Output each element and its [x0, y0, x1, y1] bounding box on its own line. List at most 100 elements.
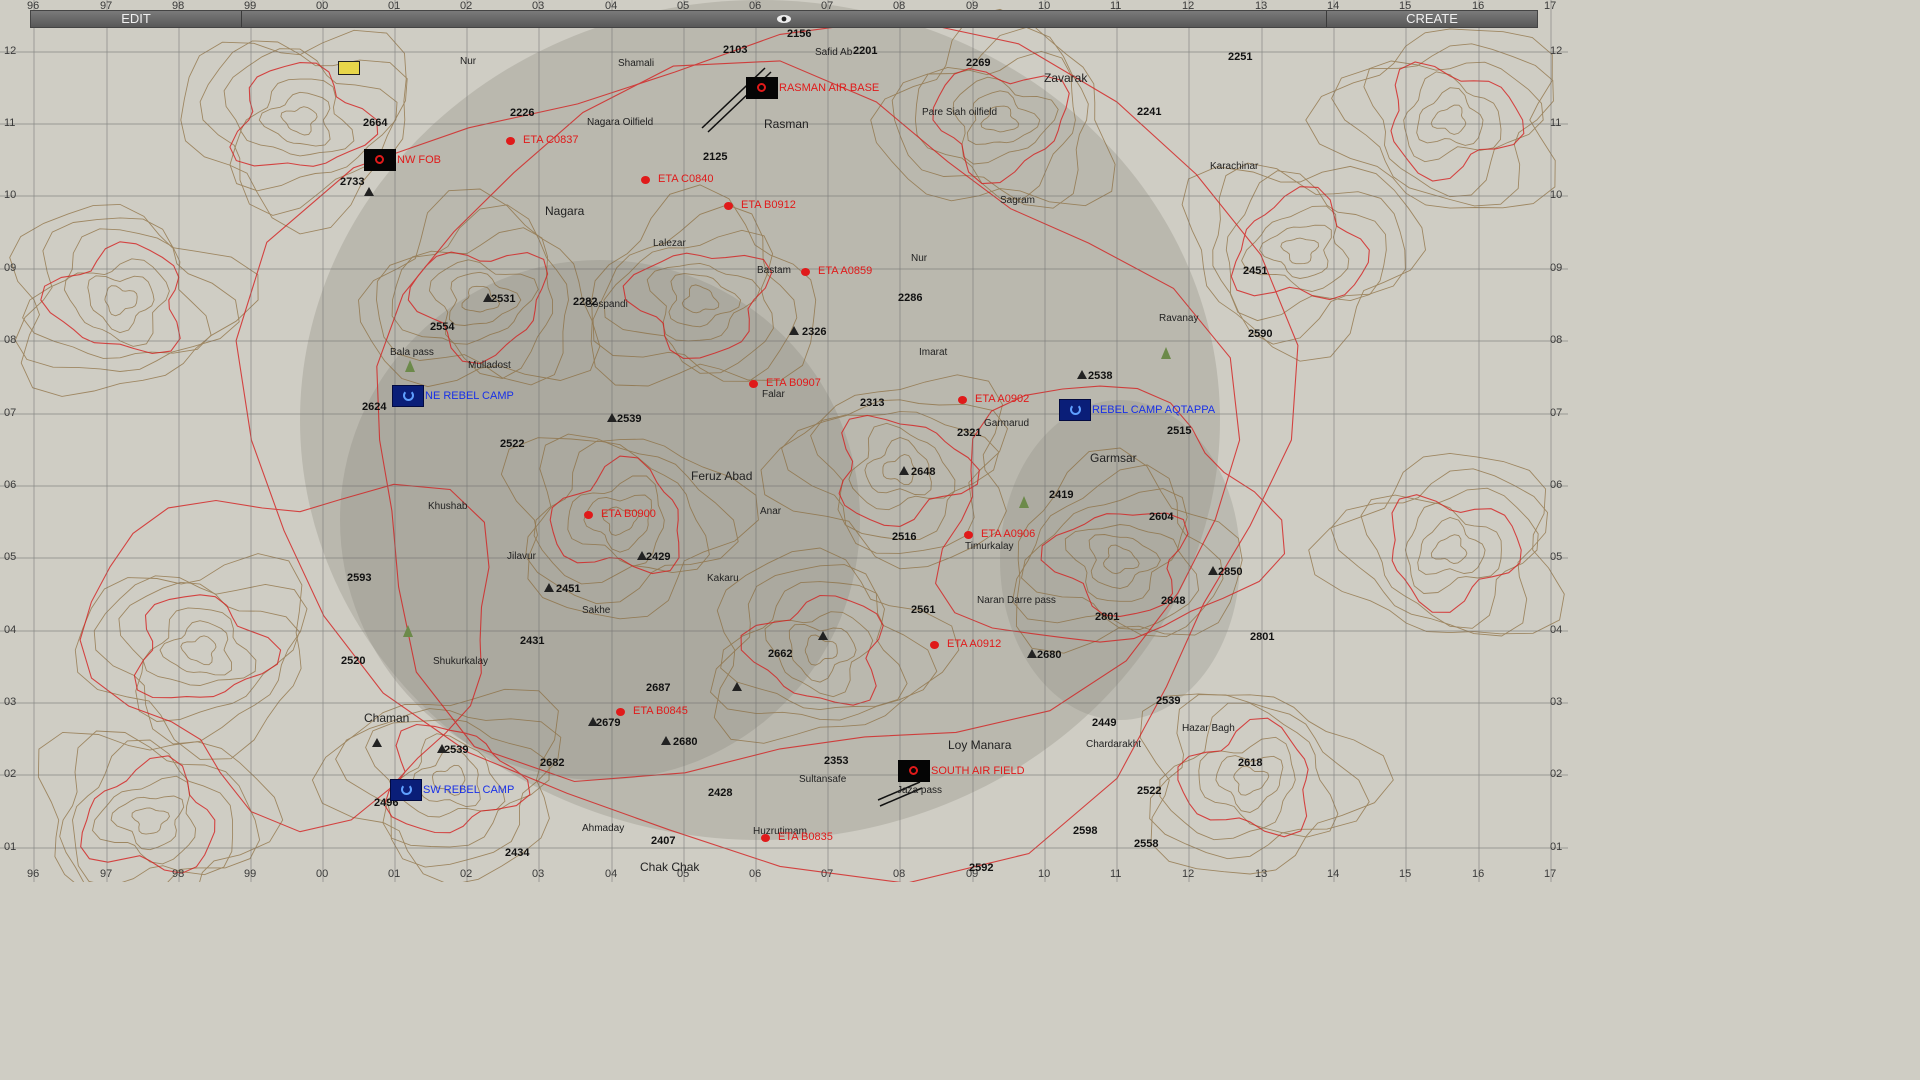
- grid-label-y: 05: [4, 551, 17, 563]
- grid-label-x: 04: [605, 868, 618, 880]
- waypoint-dot-icon[interactable]: [641, 176, 650, 184]
- place-label: Lalezar: [653, 238, 686, 249]
- elevation-label: 2520: [341, 655, 366, 667]
- grid-label-y: 05: [1550, 551, 1563, 563]
- elevation-label: 2103: [723, 44, 748, 56]
- grid-label-y: 12: [1550, 45, 1563, 57]
- envelope-icon[interactable]: [338, 61, 360, 75]
- place-label: Nagara: [545, 204, 585, 218]
- grid-label-x: 08: [893, 0, 906, 12]
- grid-label-y: 10: [1550, 189, 1563, 201]
- place-label: Ravanay: [1159, 313, 1199, 324]
- elevation-label: 2241: [1137, 106, 1162, 118]
- grid-label-x: 02: [460, 868, 473, 880]
- friendly-base-marker-icon[interactable]: [392, 385, 424, 407]
- elevation-label: 2801: [1250, 631, 1275, 643]
- grid-label-x: 00: [316, 0, 329, 12]
- elevation-label: 2848: [1161, 595, 1186, 607]
- eta-label: ETA C0837: [523, 134, 579, 146]
- elevation-label: 2590: [1248, 328, 1273, 340]
- grid-label-x: 98: [172, 0, 185, 12]
- elevation-label: 2593: [347, 572, 372, 584]
- elevation-label: 2687: [646, 682, 671, 694]
- eta-label: ETA B0835: [778, 831, 833, 843]
- grid-label-y: 10: [4, 189, 17, 201]
- place-label: Anar: [760, 506, 782, 517]
- waypoint-dot-icon[interactable]: [761, 834, 770, 842]
- create-button[interactable]: CREATE: [1326, 11, 1537, 27]
- waypoint-dot-icon[interactable]: [506, 137, 515, 145]
- grid-label-y: 04: [4, 624, 17, 636]
- grid-label-x: 01: [388, 0, 401, 12]
- elevation-label: 2522: [1137, 785, 1162, 797]
- grid-label-y: 07: [1550, 407, 1563, 419]
- place-label: Safid Ab: [815, 47, 853, 58]
- place-label: Timurkalay: [965, 541, 1014, 552]
- elevation-label: 2515: [1167, 425, 1192, 437]
- eta-label: ETA A0912: [947, 638, 1002, 650]
- eye-icon[interactable]: [776, 11, 792, 27]
- tree-icon: [1019, 496, 1029, 508]
- grid-label-x: 03: [532, 0, 545, 12]
- waypoint-dot-icon[interactable]: [958, 396, 967, 404]
- eta-label: ETA A0859: [818, 265, 873, 277]
- elevation-label: 2592: [969, 862, 994, 874]
- edit-button[interactable]: EDIT: [31, 11, 242, 27]
- waypoint-dot-icon[interactable]: [584, 511, 593, 519]
- place-label: Chardarakht: [1086, 739, 1142, 750]
- grid-label-x: 99: [244, 868, 257, 880]
- place-label: Garmarud: [984, 418, 1030, 429]
- elevation-label: 2539: [444, 744, 469, 756]
- waypoint-dot-icon[interactable]: [616, 708, 625, 716]
- grid-label-y: 09: [4, 262, 17, 274]
- grid-label-x: 14: [1327, 0, 1340, 12]
- hostile-base-marker-icon[interactable]: [746, 77, 778, 99]
- grid-label-y: 08: [1550, 334, 1563, 346]
- elevation-label: 2353: [824, 755, 849, 767]
- grid-label-x: 16: [1472, 0, 1485, 12]
- elevation-label: 2801: [1095, 611, 1120, 623]
- elevation-label: 2624: [362, 401, 387, 413]
- top-toolbar: EDIT CREATE: [30, 10, 1538, 28]
- hostile-base-marker-icon[interactable]: [898, 760, 930, 782]
- elevation-label: 2679: [596, 717, 621, 729]
- place-label: Feruz Abad: [691, 469, 753, 483]
- eta-label: ETA B0907: [766, 377, 821, 389]
- grid-label-y: 06: [4, 479, 17, 491]
- elevation-label: 2682: [540, 757, 565, 769]
- grid-label-x: 17: [1544, 0, 1557, 12]
- place-label: Rasman: [764, 117, 809, 131]
- waypoint-dot-icon[interactable]: [749, 380, 758, 388]
- eta-label: ETA B0845: [633, 705, 688, 717]
- grid-label-x: 15: [1399, 868, 1412, 880]
- hostile-base-marker-icon[interactable]: [364, 149, 396, 171]
- grid-label-x: 11: [1110, 0, 1122, 12]
- place-label: Sagram: [1000, 195, 1036, 206]
- waypoint-dot-icon[interactable]: [724, 202, 733, 210]
- elevation-label: 2850: [1218, 566, 1243, 578]
- elevation-label: 2680: [1037, 649, 1062, 661]
- place-label: Falar: [762, 389, 785, 400]
- elevation-label: 2286: [898, 292, 923, 304]
- eta-label: ETA C0840: [658, 173, 714, 185]
- elevation-label: 2561: [911, 604, 936, 616]
- elevation-label: 2431: [520, 635, 545, 647]
- grid-label-y: 03: [1550, 696, 1563, 708]
- waypoint-dot-icon[interactable]: [964, 531, 973, 539]
- waypoint-dot-icon[interactable]: [930, 641, 939, 649]
- elevation-label: 2419: [1049, 489, 1074, 501]
- map-canvas[interactable]: [0, 0, 1568, 882]
- place-label: Sultansafe: [799, 774, 847, 785]
- friendly-base-marker-icon[interactable]: [1059, 399, 1091, 421]
- survey-point-icon: [588, 717, 598, 726]
- elevation-label: 2538: [1088, 370, 1113, 382]
- elevation-label: 2326: [802, 326, 827, 338]
- base-label: NE REBEL CAMP: [425, 390, 514, 402]
- friendly-base-marker-icon[interactable]: [390, 779, 422, 801]
- place-label: Chak Chak: [640, 860, 700, 874]
- grid-label-x: 17: [1544, 868, 1557, 880]
- place-label: Ahmaday: [582, 823, 625, 834]
- waypoint-dot-icon[interactable]: [801, 268, 810, 276]
- grid-label-x: 03: [532, 868, 545, 880]
- survey-point-icon: [544, 583, 554, 592]
